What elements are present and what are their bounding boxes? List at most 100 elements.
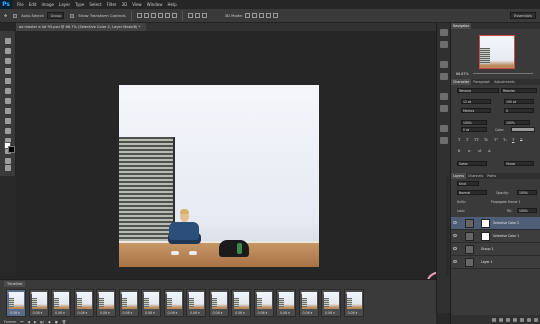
- menu-edit[interactable]: Edit: [29, 2, 37, 7]
- clone-stamp-tool-icon[interactable]: [5, 118, 11, 124]
- align-bottom-icon[interactable]: [150, 13, 156, 18]
- lasso-tool-icon[interactable]: [5, 58, 11, 64]
- menu-window[interactable]: Window: [147, 2, 163, 7]
- play-icon[interactable]: ▶: [34, 320, 37, 324]
- auto-select-target-dropdown[interactable]: Group: [47, 12, 65, 19]
- menu-type[interactable]: Type: [75, 2, 84, 7]
- crop-tool-icon[interactable]: [5, 78, 11, 84]
- text-color-swatch[interactable]: [511, 127, 535, 132]
- underline-button[interactable]: T: [512, 138, 514, 142]
- zoom-tool-icon[interactable]: [5, 165, 11, 171]
- ligatures-button[interactable]: ﬁ: [458, 149, 460, 153]
- timeline-frame[interactable]: 13 0.06 ▾: [276, 289, 296, 317]
- font-style-select[interactable]: Regular: [501, 88, 537, 93]
- menu-view[interactable]: View: [132, 2, 142, 7]
- timeline-frame[interactable]: 3 0.06 ▾: [51, 289, 71, 317]
- superscript-button[interactable]: T¹: [494, 138, 498, 142]
- frame-delay[interactable]: 0.06 ▾: [190, 311, 200, 315]
- timeline-frame[interactable]: 11 0.06 ▾: [231, 289, 251, 317]
- menu-file[interactable]: File: [17, 2, 24, 7]
- timeline-frame[interactable]: 6 0.06 ▾: [118, 289, 139, 317]
- stylistic-alt-button[interactable]: A: [488, 149, 491, 153]
- brush-icon[interactable]: [440, 125, 448, 132]
- link-layers-icon[interactable]: [492, 317, 496, 322]
- eye-icon[interactable]: [453, 260, 457, 263]
- workspace-dropdown[interactable]: Essentials: [510, 12, 536, 19]
- font-family-select[interactable]: Tahoma: [457, 88, 499, 93]
- align-right-icon[interactable]: [171, 13, 177, 18]
- strikethrough-button[interactable]: T: [520, 138, 522, 142]
- vertical-scrollbar[interactable]: [446, 176, 449, 276]
- document-canvas-image[interactable]: [119, 85, 319, 267]
- delete-frame-icon[interactable]: 🗑: [62, 320, 66, 324]
- timeline-frame[interactable]: 14 0.06 ▾: [298, 289, 319, 317]
- 3d-rotate-icon[interactable]: [244, 13, 250, 18]
- layer-row[interactable]: Selective Color 1: [451, 230, 540, 243]
- properties-icon[interactable]: [440, 61, 448, 68]
- frame-delay[interactable]: 0.06 ▾: [10, 311, 20, 315]
- adjustment-layer-icon[interactable]: [513, 317, 517, 322]
- baseline-shift-field[interactable]: 0 pt: [461, 127, 487, 132]
- language-select[interactable]: Swiss: [457, 161, 487, 166]
- timeline-frame[interactable]: 7 0.06 ▾: [141, 289, 161, 317]
- clone-source-icon[interactable]: [440, 137, 448, 144]
- timeline-frame[interactable]: 16 0.06 ▾: [343, 289, 364, 317]
- menu-help[interactable]: Help: [167, 2, 176, 7]
- frame-delay[interactable]: 0.06 ▾: [303, 311, 313, 315]
- frame-delay[interactable]: 0.06 ▾: [168, 311, 178, 315]
- swatches-icon[interactable]: [440, 93, 448, 100]
- marquee-tool-icon[interactable]: [5, 48, 11, 54]
- 3d-slide-icon[interactable]: [265, 13, 271, 18]
- tween-icon[interactable]: ◆: [48, 320, 51, 324]
- tab-adjustments[interactable]: Adjustments: [492, 79, 517, 85]
- frame-delay[interactable]: 0.06 ▾: [280, 311, 290, 315]
- tab-character[interactable]: Character: [451, 79, 472, 85]
- distribute-icon[interactable]: [194, 13, 200, 18]
- navigator-zoom[interactable]: 66.67%: [456, 72, 469, 76]
- trash-icon[interactable]: [534, 317, 538, 322]
- timeline-frame[interactable]: 15 0.06 ▾: [321, 289, 341, 317]
- eraser-tool-icon[interactable]: [5, 128, 11, 134]
- tab-navigator[interactable]: Navigator: [451, 23, 472, 29]
- font-size-field[interactable]: 12 pt: [461, 99, 491, 104]
- quick-select-tool-icon[interactable]: [5, 68, 11, 74]
- show-transform-checkbox[interactable]: [70, 13, 75, 18]
- duplicate-frame-icon[interactable]: ▣: [55, 320, 58, 324]
- align-center-icon[interactable]: [164, 13, 170, 18]
- timeline-frame[interactable]: 12 0.06 ▾: [253, 289, 274, 317]
- move-tool-icon[interactable]: ✥: [4, 13, 7, 18]
- add-mask-icon[interactable]: [506, 317, 510, 322]
- menu-filter[interactable]: Filter: [107, 2, 117, 7]
- horizontal-scale-field[interactable]: 100%: [504, 120, 530, 125]
- timeline-frame[interactable]: 5 0.06 ▾: [96, 289, 116, 317]
- align-left-icon[interactable]: [157, 13, 163, 18]
- frame-delay[interactable]: 0.06 ▾: [55, 311, 65, 315]
- layer-filter-select[interactable]: Kind: [457, 181, 479, 186]
- faux-italic-button[interactable]: T: [466, 138, 468, 142]
- distribute-icon[interactable]: [201, 13, 207, 18]
- timeline-tab[interactable]: Timeline: [4, 281, 26, 287]
- vertical-scale-field[interactable]: 100%: [461, 120, 487, 125]
- frame-delay[interactable]: 0.06 ▾: [100, 311, 110, 315]
- 3d-pan-icon[interactable]: [258, 13, 264, 18]
- tab-paths[interactable]: Paths: [485, 173, 498, 179]
- first-frame-icon[interactable]: ⏮: [20, 320, 23, 324]
- timeline-frame[interactable]: 9 0.06 ▾: [186, 289, 206, 317]
- eyedropper-tool-icon[interactable]: [5, 88, 11, 94]
- info-icon[interactable]: [440, 73, 448, 80]
- opacity-field[interactable]: 100%: [517, 190, 537, 195]
- propagate-frame-checkbox[interactable]: Propagate Frame 1: [491, 200, 520, 204]
- menu-image[interactable]: Image: [41, 2, 54, 7]
- prev-frame-icon[interactable]: ◀: [27, 320, 30, 324]
- all-caps-button[interactable]: TT: [474, 138, 479, 142]
- fill-field[interactable]: 100%: [517, 208, 537, 213]
- move-tool-icon[interactable]: [5, 38, 11, 44]
- swash-button[interactable]: st: [478, 149, 481, 153]
- small-caps-button[interactable]: Tt: [484, 138, 488, 142]
- menu-layer[interactable]: Layer: [59, 2, 70, 7]
- loop-dropdown[interactable]: Forever: [4, 320, 16, 324]
- eye-icon[interactable]: [453, 247, 457, 250]
- background-color-swatch[interactable]: [8, 146, 15, 153]
- history-icon[interactable]: [440, 29, 448, 36]
- timeline-frame[interactable]: 10 0.06 ▾: [208, 289, 229, 317]
